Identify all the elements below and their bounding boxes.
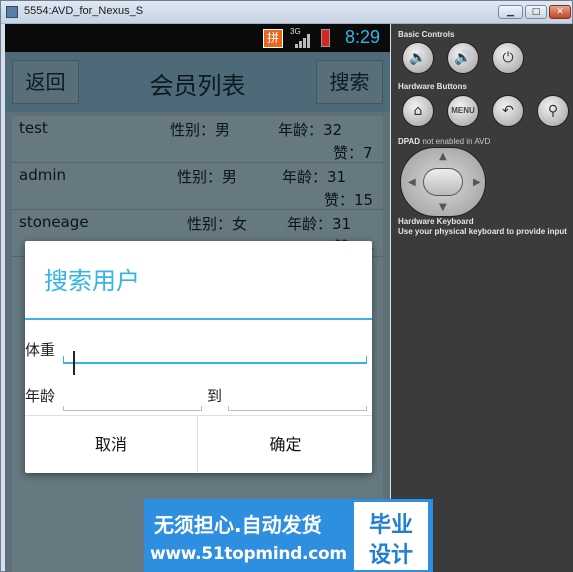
- age-label: 年龄: [25, 387, 56, 405]
- watermark-banner: 无须担心.自动发货 www.51topmind.com 毕业 设计: [144, 499, 433, 572]
- signal-strength-icon: [295, 32, 313, 48]
- text-caret: [73, 351, 75, 375]
- dialog-button-bar: 取消 确定: [25, 415, 372, 473]
- member-age: 年龄：31: [282, 168, 347, 186]
- watermark-slogan: 无须担心.自动发货: [154, 513, 322, 537]
- dpad-note: not enabled in AVD: [422, 137, 491, 146]
- dpad-right-icon[interactable]: ▶: [473, 178, 481, 188]
- dpad-down-icon[interactable]: ▼: [439, 203, 447, 213]
- page-title: 会员列表: [149, 72, 246, 100]
- maximize-button[interactable]: □: [525, 5, 547, 19]
- member-gender: 性别：男: [170, 121, 231, 139]
- input-method-icon: 拼: [263, 29, 283, 48]
- watermark-badge: 毕业 设计: [354, 502, 428, 570]
- member-likes: 赞：7: [333, 144, 373, 162]
- emulator-app-icon: [6, 6, 18, 18]
- search-button[interactable]: 搜索: [316, 60, 383, 104]
- volume-down-icon[interactable]: 🔉: [402, 42, 434, 74]
- badge-line-2: 设计: [368, 543, 413, 568]
- dpad-control[interactable]: ▲ ▼ ◀ ▶: [400, 147, 486, 217]
- basic-controls-heading: Basic Controls: [398, 30, 455, 39]
- dialog-title-divider: [25, 318, 372, 320]
- window-title: 5554:AVD_for_Nexus_S: [24, 5, 144, 17]
- list-item[interactable]: test 性别：男 年龄：32 赞：7: [12, 116, 383, 163]
- back-arrow-icon[interactable]: ↶: [492, 95, 524, 127]
- emulator-controls-panel: Basic Controls 🔉 🔊 ⏻ Hardware Buttons ⌂ …: [391, 24, 573, 572]
- member-name: admin: [19, 166, 66, 184]
- minimize-button[interactable]: ▁: [498, 5, 523, 19]
- volume-up-icon[interactable]: 🔊: [447, 42, 479, 74]
- member-age: 年龄：31: [287, 215, 352, 233]
- power-icon[interactable]: ⏻: [492, 42, 524, 74]
- search-user-dialog: 搜索用户 体重 年龄 到 取消 确定: [25, 241, 372, 473]
- home-icon[interactable]: ⌂: [402, 95, 434, 127]
- dpad-up-icon[interactable]: ▲: [439, 152, 447, 162]
- age-to-label: 到: [207, 387, 223, 405]
- status-clock: 8:29: [345, 27, 381, 47]
- dpad-center-button[interactable]: [423, 168, 463, 196]
- status-bar: 拼 3G 8:29: [5, 24, 390, 52]
- dpad-title: DPAD: [398, 137, 421, 146]
- badge-line-1: 毕业: [368, 513, 413, 538]
- phone-screen: 拼 3G 8:29 返回 会员列表 搜索 test 性别：男 年龄：32 赞：7: [5, 24, 390, 572]
- dpad-left-icon[interactable]: ◀: [408, 178, 416, 188]
- battery-low-icon: [321, 29, 330, 47]
- weight-input[interactable]: [63, 342, 367, 375]
- search-icon[interactable]: ⚲: [537, 95, 569, 127]
- emulator-window: 5554:AVD_for_Nexus_S ▁ □ ✕ 拼 3G 8:29 返回 …: [0, 0, 573, 572]
- weight-label: 体重: [25, 341, 56, 359]
- back-button[interactable]: 返回: [12, 60, 79, 104]
- menu-button[interactable]: MENU: [447, 95, 479, 127]
- keyboard-note: Use your physical keyboard to provide in…: [398, 227, 567, 236]
- age-min-input[interactable]: [63, 389, 202, 411]
- age-max-input[interactable]: [228, 389, 367, 411]
- close-button[interactable]: ✕: [549, 5, 571, 19]
- dialog-title: 搜索用户: [44, 267, 140, 295]
- member-name: test: [19, 119, 48, 137]
- keyboard-heading: Hardware Keyboard: [398, 217, 474, 226]
- member-name: stoneage: [19, 213, 89, 231]
- cancel-button[interactable]: 取消: [25, 416, 198, 473]
- app-top-bar: 返回 会员列表 搜索: [5, 52, 390, 112]
- hardware-buttons-heading: Hardware Buttons: [398, 82, 467, 91]
- member-gender: 性别：女: [187, 215, 248, 233]
- title-bar: 5554:AVD_for_Nexus_S ▁ □ ✕: [1, 1, 572, 24]
- member-age: 年龄：32: [278, 121, 343, 139]
- confirm-button[interactable]: 确定: [199, 416, 372, 473]
- watermark-url: www.51topmind.com: [150, 544, 347, 564]
- member-likes: 赞：15: [324, 191, 374, 209]
- list-item[interactable]: admin 性别：男 年龄：31 赞：15: [12, 163, 383, 210]
- dpad-heading: DPAD not enabled in AVD: [398, 137, 490, 146]
- member-gender: 性别：男: [177, 168, 238, 186]
